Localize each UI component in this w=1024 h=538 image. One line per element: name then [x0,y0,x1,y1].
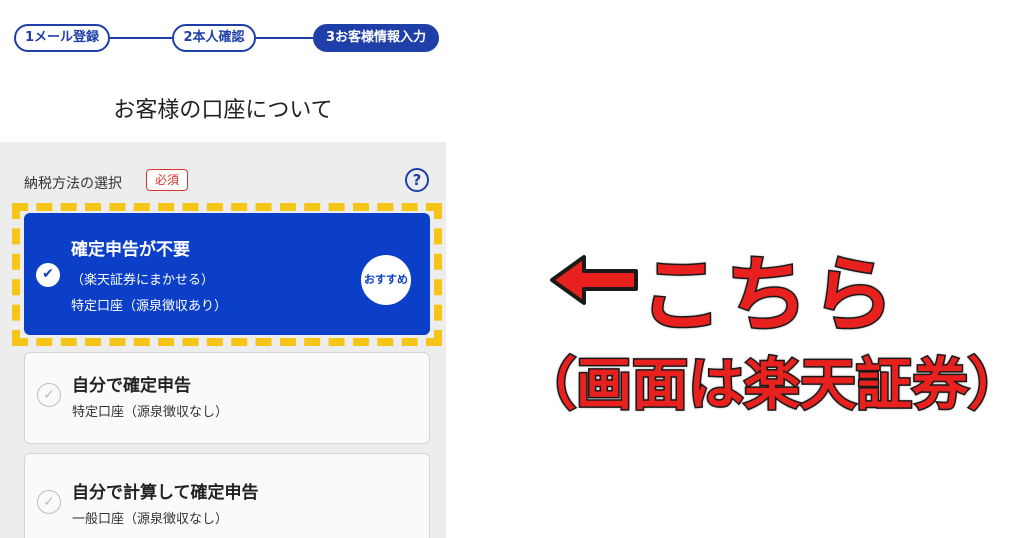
option-title: 自分で計算して確定申告 [72,483,259,503]
annotation-sub-text: （画面は楽天証券） [519,352,1024,420]
option-title: 確定申告が不要 [71,240,190,260]
option-subtitle: （楽天証券にまかせる） [71,273,215,288]
check-icon: ✓ [37,383,61,407]
left-arrow-icon [550,255,638,305]
option-account-type: 一般口座（源泉徴収なし） [72,512,229,527]
option-self-tax-return[interactable]: ✓ 自分で確定申告 特定口座（源泉徴収なし） [24,352,430,444]
check-icon: ✓ [37,490,61,514]
required-badge: 必須 [146,169,189,191]
page-header: お客様の口座について [0,66,446,142]
app-screen: 1メール登録 2本人確認 3お客様情報入力 お客様の口座について 納税方法の選択… [0,0,446,538]
option-title: 自分で確定申告 [72,376,191,396]
step-email-registration: 1メール登録 [14,24,110,52]
recommended-badge: おすすめ [361,255,411,305]
step-customer-info: 3お客様情報入力 [313,24,439,52]
tax-method-label: 納税方法の選択 [24,176,122,192]
step-connector [256,37,313,39]
annotation-main-text: こちら [638,247,899,345]
check-icon: ✔ [36,263,60,287]
help-icon[interactable]: ? [405,168,429,192]
page-title: お客様の口座について [113,98,333,123]
option-account-type: 特定口座（源泉徴収あり） [71,299,228,314]
option-account-type: 特定口座（源泉徴収なし） [72,405,229,420]
option-no-tax-return[interactable]: ✔ 確定申告が不要 （楽天証券にまかせる） 特定口座（源泉徴収あり） おすすめ [24,213,430,335]
step-identity-verification: 2本人確認 [172,24,256,52]
step-connector [110,37,172,39]
progress-stepper: 1メール登録 2本人確認 3お客様情報入力 [0,0,446,66]
option-self-calc-tax-return[interactable]: ✓ 自分で計算して確定申告 一般口座（源泉徴収なし） [24,453,430,538]
